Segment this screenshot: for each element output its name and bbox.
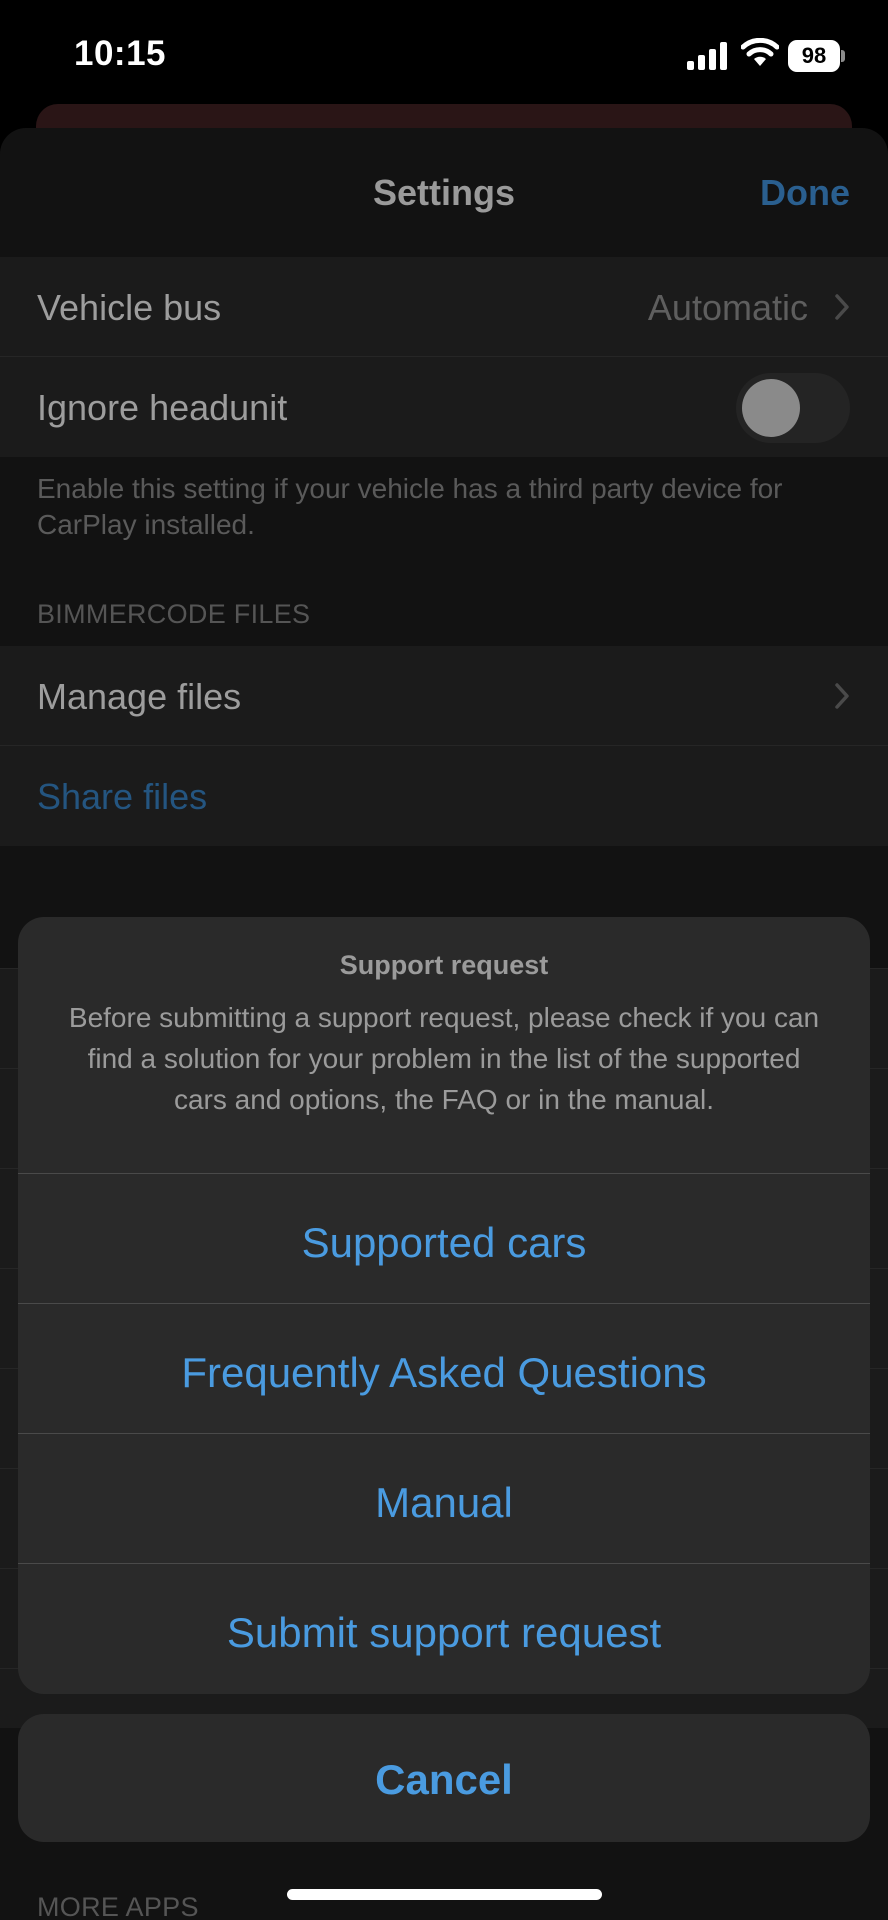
- submit-support-request-button[interactable]: Submit support request: [18, 1563, 870, 1693]
- ignore-headunit-row: Ignore headunit: [0, 357, 888, 457]
- faq-button[interactable]: Frequently Asked Questions: [18, 1303, 870, 1433]
- files-group: Manage files Share files: [0, 646, 888, 846]
- nav-bar: Settings Done: [0, 128, 888, 258]
- manual-button[interactable]: Manual: [18, 1433, 870, 1563]
- chevron-right-icon: [835, 683, 849, 709]
- battery-icon: 98: [788, 40, 845, 72]
- vehicle-settings-group: Vehicle bus Automatic Ignore headunit: [0, 257, 888, 457]
- more-apps-header: MORE APPS: [37, 1892, 199, 1920]
- cancel-label: Cancel: [375, 1756, 513, 1803]
- submit-support-request-label: Submit support request: [226, 1609, 662, 1656]
- files-section-header: BIMMERCODE FILES: [37, 599, 311, 629]
- ignore-headunit-toggle[interactable]: [736, 373, 850, 443]
- action-sheet-message: Before submitting a support request, ple…: [68, 1002, 820, 1115]
- manual-label: Manual: [375, 1479, 513, 1526]
- support-request-action-sheet: Support request Before submitting a supp…: [18, 917, 870, 1694]
- action-sheet-header: Support request Before submitting a supp…: [18, 917, 870, 1173]
- share-files-row[interactable]: Share files: [0, 746, 888, 846]
- ignore-headunit-label: Ignore headunit: [37, 387, 288, 428]
- cancel-button[interactable]: Cancel: [18, 1714, 870, 1842]
- page-title: Settings: [372, 172, 515, 213]
- supported-cars-button[interactable]: Supported cars: [18, 1173, 870, 1303]
- manage-files-row[interactable]: Manage files: [0, 646, 888, 746]
- chevron-right-icon: [835, 294, 849, 320]
- action-sheet-title: Support request: [339, 950, 549, 980]
- status-time: 10:15: [74, 34, 167, 73]
- toggle-knob: [742, 379, 800, 437]
- supported-cars-label: Supported cars: [301, 1219, 587, 1266]
- status-bar: 10:15 98: [0, 0, 888, 110]
- wifi-icon: [741, 38, 779, 66]
- done-button[interactable]: Done: [760, 172, 850, 214]
- vehicle-bus-row[interactable]: Vehicle bus Automatic: [0, 257, 888, 357]
- battery-level: 98: [801, 43, 827, 68]
- faq-label: Frequently Asked Questions: [181, 1349, 707, 1396]
- vehicle-bus-value: Automatic: [647, 287, 808, 328]
- share-files-link: Share files: [37, 776, 208, 817]
- home-indicator[interactable]: [287, 1889, 602, 1900]
- manage-files-label: Manage files: [37, 676, 242, 717]
- cellular-signal-icon: [687, 42, 727, 70]
- vehicle-bus-label: Vehicle bus: [37, 287, 222, 328]
- ignore-headunit-footnote: Enable this setting if your vehicle has …: [37, 473, 783, 540]
